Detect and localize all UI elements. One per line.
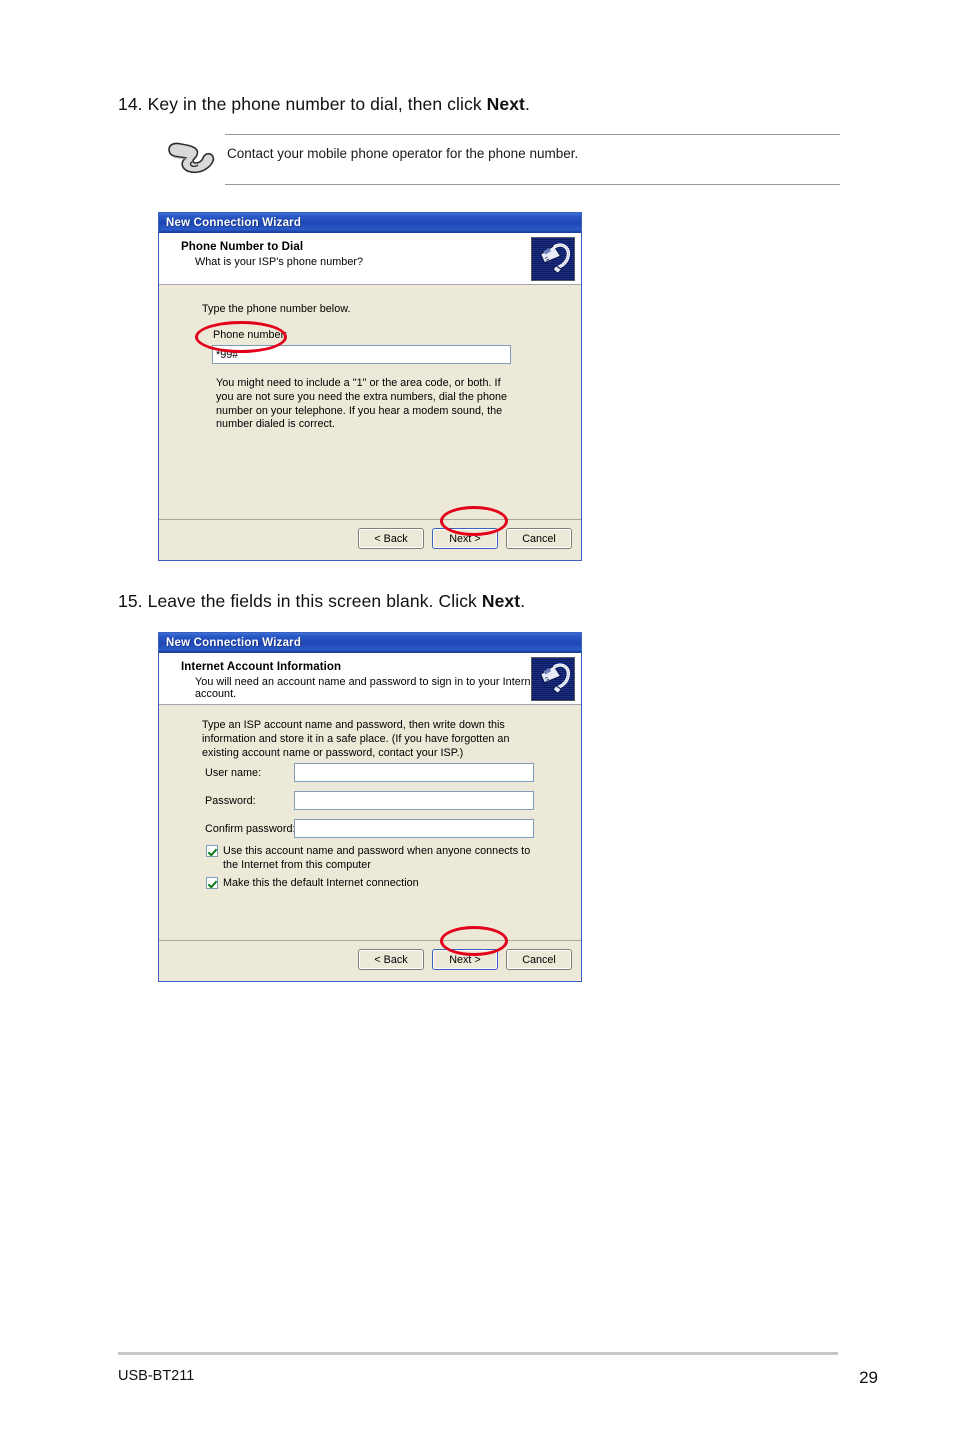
modem-phone-icon: [531, 237, 575, 281]
dialog-phone-number-to-dial: New Connection Wizard Phone Number to Di…: [158, 212, 582, 561]
dialog2-body: Type an ISP account name and password, t…: [159, 705, 581, 940]
step-14-bold: Next: [486, 94, 525, 114]
dialog2-titlebar[interactable]: New Connection Wizard: [159, 633, 581, 653]
step-15-text-after: .: [520, 591, 526, 611]
checkbox-use-this-account-label: Use this account name and password when …: [223, 845, 531, 871]
dialog1-header: Phone Number to Dial What is your ISP's …: [159, 233, 581, 285]
user-name-label: User name:: [205, 767, 262, 779]
page-number: 29: [859, 1368, 878, 1387]
checkbox-default-internet-connection[interactable]: [206, 877, 218, 889]
note-rule-bottom: [225, 184, 840, 185]
footer-divider: [118, 1352, 838, 1355]
step-14-text-after: .: [525, 94, 530, 114]
step-15-text-before: Leave the fields in this screen blank. C…: [147, 591, 482, 611]
dialog1-header-title: Phone Number to Dial: [181, 241, 304, 253]
step-14-text-before: Key in the phone number to dial, then cl…: [147, 94, 487, 114]
confirm-password-label: Confirm password:: [205, 823, 296, 835]
dialog-internet-account-information: New Connection Wizard Internet Account I…: [158, 632, 582, 982]
step-15: 15. Leave the fields in this screen blan…: [118, 591, 525, 612]
phone-number-label: Phone number:: [213, 329, 288, 341]
dialog1-titlebar[interactable]: New Connection Wizard: [159, 213, 581, 233]
dialog2-next-button[interactable]: Next >: [432, 949, 498, 970]
dialog1-intro: Type the phone number below.: [202, 303, 351, 315]
checkbox-use-this-account[interactable]: [206, 845, 218, 857]
dialog1-footer: < Back Next > Cancel: [159, 519, 581, 560]
dialog2-header-subtitle: You will need an account name and passwo…: [195, 676, 540, 700]
dialog2-header-title: Internet Account Information: [181, 661, 342, 673]
note-text: Contact your mobile phone operator for t…: [227, 146, 579, 161]
step-14-number: 14.: [118, 94, 143, 114]
step-15-text: Leave the fields in this screen blank. C…: [148, 591, 526, 611]
step-15-number: 15.: [118, 591, 143, 611]
password-label: Password:: [205, 795, 256, 807]
user-name-input[interactable]: [294, 763, 534, 782]
dialog2-cancel-button[interactable]: Cancel: [506, 949, 572, 970]
dialog1-cancel-button[interactable]: Cancel: [506, 528, 572, 549]
step-14: 14. Key in the phone number to dial, the…: [118, 94, 530, 115]
dialog2-header: Internet Account Information You will ne…: [159, 653, 581, 705]
dialog2-back-button[interactable]: < Back: [358, 949, 424, 970]
document-page: 14. Key in the phone number to dial, the…: [0, 0, 954, 1438]
step-15-bold: Next: [481, 591, 521, 611]
phone-number-input[interactable]: [212, 345, 511, 364]
dialog1-body: Type the phone number below. Phone numbe…: [159, 285, 581, 519]
dialog2-button-bar: < Back Next > Cancel: [358, 949, 572, 970]
dialog2-title: New Connection Wizard: [166, 636, 302, 649]
dialog1-next-button[interactable]: Next >: [432, 528, 498, 549]
modem-phone-icon: [531, 657, 575, 701]
note-rule-top: [225, 134, 840, 135]
pointing-hand-note-icon: [165, 135, 219, 183]
dialog1-back-button[interactable]: < Back: [358, 528, 424, 549]
checkbox-row-use-this-account[interactable]: Use this account name and password when …: [206, 845, 539, 873]
password-input[interactable]: [294, 791, 534, 810]
dialog1-title: New Connection Wizard: [166, 216, 302, 229]
footer-product-name: USB-BT211: [118, 1368, 195, 1384]
checkbox-default-internet-connection-label: Make this the default Internet connectio…: [223, 877, 419, 889]
dialog1-hint: You might need to include a "1" or the a…: [216, 377, 508, 431]
checkbox-row-default-connection[interactable]: Make this the default Internet connectio…: [206, 877, 539, 891]
dialog1-header-subtitle: What is your ISP's phone number?: [195, 256, 364, 268]
step-14-text: Key in the phone number to dial, then cl…: [148, 94, 530, 114]
dialog2-intro: Type an ISP account name and password, t…: [202, 719, 510, 759]
confirm-password-input[interactable]: [294, 819, 534, 838]
note-box: Contact your mobile phone operator for t…: [165, 130, 840, 185]
dialog2-footer: < Back Next > Cancel: [159, 940, 581, 981]
dialog1-button-bar: < Back Next > Cancel: [358, 528, 572, 549]
